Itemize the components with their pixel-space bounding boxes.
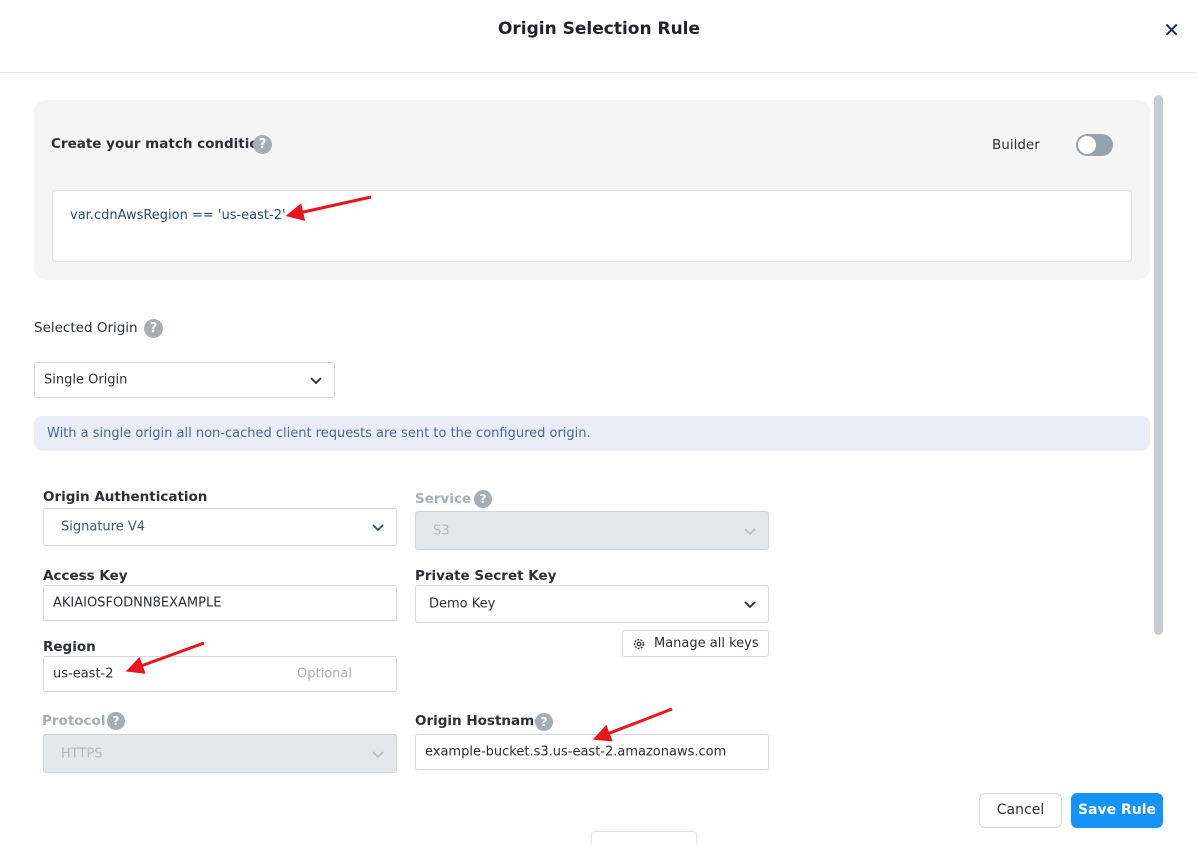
dialog-title: Origin Selection Rule <box>497 19 701 39</box>
service-value: S3 <box>433 523 450 538</box>
gear-icon <box>633 638 645 650</box>
origin-hostname-label: Origin Hostname <box>415 713 544 729</box>
origin-hostname-value: example-bucket.s3.us-east-2.amazonaws.co… <box>425 744 727 760</box>
condition-expression: var.cdnAwsRegion == 'us-east-2' <box>70 208 286 223</box>
private-secret-key-value: Demo Key <box>429 596 496 612</box>
dialog-header: Origin Selection Rule ✕ <box>0 0 1198 73</box>
protocol-label: Protocol <box>42 713 106 729</box>
builder-label: Builder <box>992 137 1040 153</box>
origin-hostname-input[interactable]: example-bucket.s3.us-east-2.amazonaws.co… <box>415 734 769 770</box>
selected-origin-label: Selected Origin <box>34 320 138 336</box>
builder-toggle[interactable] <box>1076 134 1113 156</box>
protocol-select[interactable]: HTTPS <box>43 734 397 773</box>
access-key-label: Access Key <box>43 568 128 584</box>
region-label: Region <box>43 639 96 655</box>
private-secret-key-select[interactable]: Demo Key <box>415 585 769 623</box>
close-icon[interactable]: ✕ <box>1163 19 1180 41</box>
private-secret-key-label: Private Secret Key <box>415 568 557 584</box>
chevron-down-icon <box>744 528 756 536</box>
info-banner-text: With a single origin all non-cached clie… <box>47 426 591 441</box>
manage-keys-button[interactable]: Manage all keys <box>622 630 769 657</box>
region-value: us-east-2 <box>53 666 114 682</box>
help-icon[interactable]: ? <box>107 712 125 730</box>
toggle-knob <box>1078 136 1096 154</box>
region-optional-hint: Optional <box>297 666 352 682</box>
match-condition-label: Create your match condition <box>51 136 269 152</box>
chevron-down-icon <box>372 524 384 532</box>
origin-auth-select[interactable]: Signature V4 <box>43 508 397 546</box>
chevron-down-icon <box>744 601 756 609</box>
protocol-value: HTTPS <box>61 746 103 761</box>
scrollbar-thumb[interactable] <box>1154 95 1163 635</box>
access-key-input[interactable]: AKIAIOSFODNN8EXAMPLE <box>43 585 397 621</box>
selected-origin-value: Single Origin <box>44 372 128 388</box>
condition-editor[interactable] <box>52 190 1132 262</box>
save-rule-button[interactable]: Save Rule <box>1071 793 1163 828</box>
origin-auth-value: Signature V4 <box>61 519 146 535</box>
origin-auth-label: Origin Authentication <box>43 489 208 505</box>
chevron-down-icon <box>310 377 322 385</box>
service-label: Service <box>415 491 472 507</box>
help-icon[interactable]: ? <box>144 319 163 338</box>
region-input[interactable]: us-east-2 Optional <box>43 656 397 692</box>
cancel-button[interactable]: Cancel <box>979 793 1062 828</box>
manage-keys-label: Manage all keys <box>654 636 759 651</box>
selected-origin-select[interactable]: Single Origin <box>34 362 335 398</box>
help-icon[interactable]: ? <box>474 490 492 508</box>
bottom-tab <box>591 831 697 845</box>
access-key-value: AKIAIOSFODNN8EXAMPLE <box>53 595 222 611</box>
chevron-down-icon <box>372 751 384 759</box>
service-select[interactable]: S3 <box>415 511 769 550</box>
help-icon[interactable]: ? <box>253 135 272 154</box>
help-icon[interactable]: ? <box>535 713 553 731</box>
